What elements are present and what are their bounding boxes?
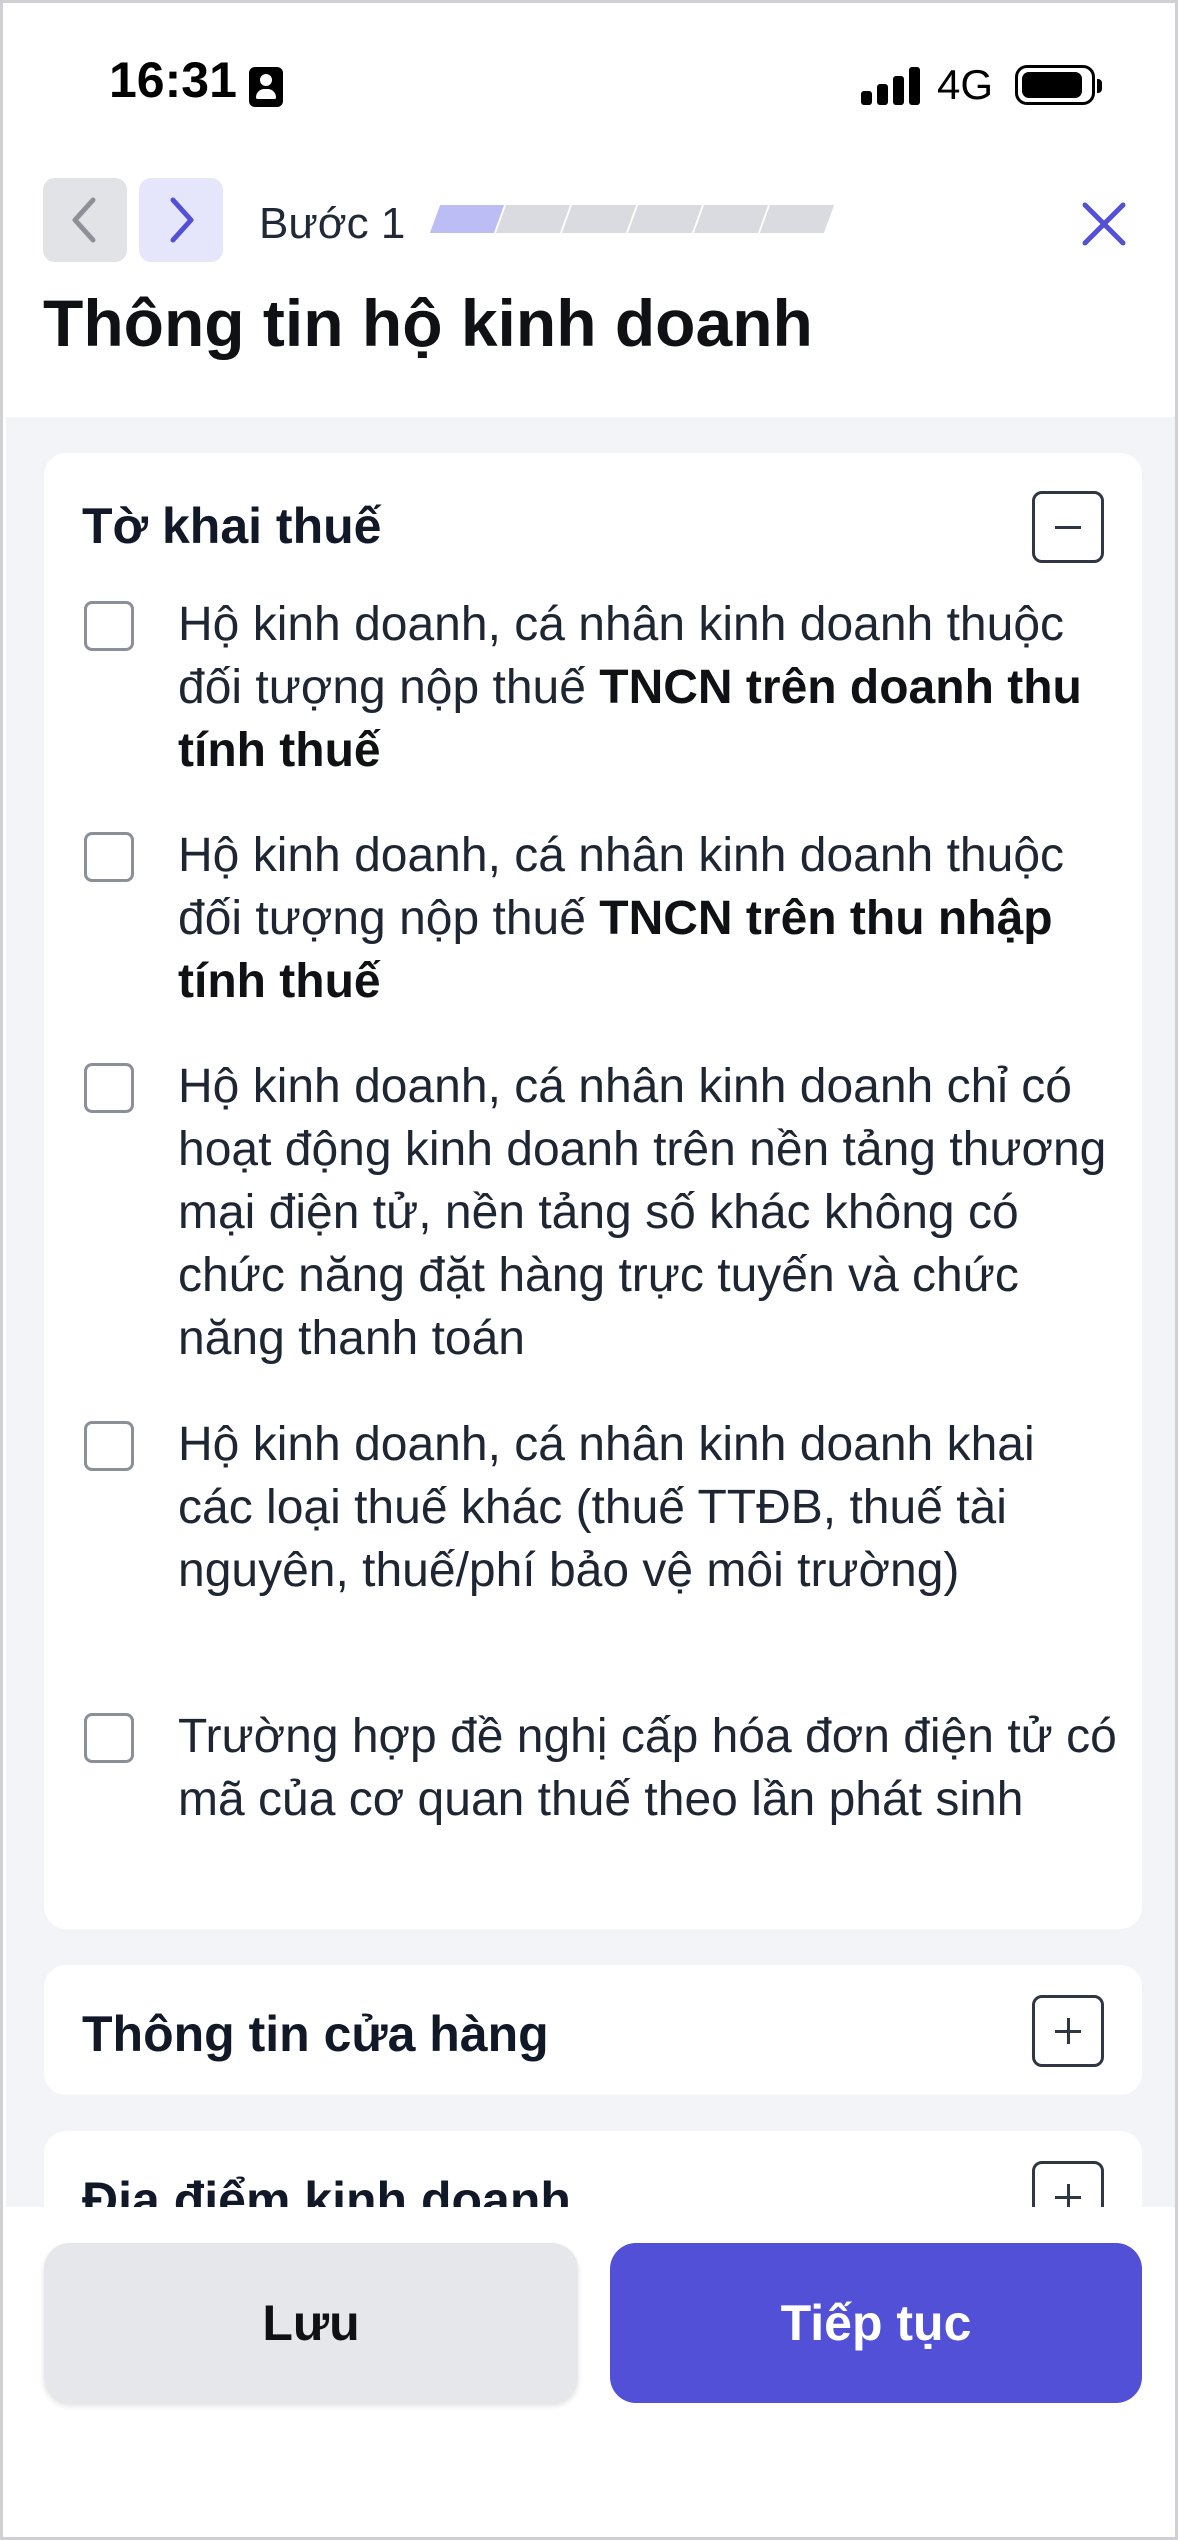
- chevron-right-icon: [170, 197, 194, 243]
- step-progress-bar: [427, 205, 835, 233]
- page-title: Thông tin hộ kinh doanh: [43, 286, 813, 360]
- checkbox[interactable]: [84, 1421, 134, 1471]
- chevron-left-icon: [72, 197, 96, 243]
- option-label: Trường hợp đề nghị cấp hóa đơn điện tử c…: [178, 1710, 1117, 1826]
- expand-section-button[interactable]: [1032, 1995, 1104, 2067]
- save-button[interactable]: Lưu: [44, 2243, 578, 2403]
- continue-button[interactable]: Tiếp tục: [610, 2243, 1142, 2403]
- signal-icon: [861, 65, 921, 105]
- close-icon: [1082, 202, 1126, 246]
- step-segment: [693, 205, 769, 233]
- form-content[interactable]: Tờ khai thuế Hộ kinh doanh, cá nhân kinh…: [6, 417, 1175, 2207]
- battery-icon: [1015, 65, 1102, 105]
- expand-section-button[interactable]: [1032, 2161, 1104, 2207]
- step-segment: [561, 205, 637, 233]
- step-segment: [429, 205, 505, 233]
- section-title: Tờ khai thuế: [82, 498, 382, 554]
- option-label: Hộ kinh doanh, cá nhân kinh doanh chỉ có…: [178, 1060, 1107, 1365]
- status-time: 16:31: [109, 52, 237, 108]
- network-type-label: 4G: [937, 61, 994, 108]
- checkbox[interactable]: [84, 1713, 134, 1763]
- bottom-action-bar: Lưu Tiếp tục: [6, 2207, 1175, 2537]
- step-segment: [495, 205, 571, 233]
- business-location-section[interactable]: Địa điểm kinh doanh: [44, 2131, 1142, 2207]
- close-button[interactable]: [1071, 191, 1137, 257]
- option-label: Hộ kinh doanh, cá nhân kinh doanh khai c…: [178, 1418, 1035, 1597]
- status-bar: 16:31 4G: [3, 3, 1175, 163]
- forward-button[interactable]: [139, 178, 223, 262]
- section-title: Địa điểm kinh doanh: [82, 2172, 571, 2207]
- back-button[interactable]: [43, 178, 127, 262]
- checkbox[interactable]: [84, 1063, 134, 1113]
- section-title: Thông tin cửa hàng: [82, 2006, 549, 2062]
- collapse-section-button[interactable]: [1032, 491, 1104, 563]
- step-segment: [627, 205, 703, 233]
- option-label: Hộ kinh doanh, cá nhân kinh doanh thuộc …: [178, 829, 1065, 1008]
- step-segment: [759, 205, 835, 233]
- step-label: Bước 1: [259, 199, 406, 248]
- store-info-section[interactable]: Thông tin cửa hàng: [44, 1965, 1142, 2095]
- option-label: Hộ kinh doanh, cá nhân kinh doanh thuộc …: [178, 598, 1082, 777]
- tax-declaration-section: Tờ khai thuế Hộ kinh doanh, cá nhân kinh…: [44, 453, 1142, 1929]
- app-screen: 16:31 4G Bước 1 Thông tin hộ kinh doanh …: [0, 0, 1178, 2540]
- checkbox[interactable]: [84, 601, 134, 651]
- checkbox[interactable]: [84, 832, 134, 882]
- contact-card-icon: [249, 67, 283, 107]
